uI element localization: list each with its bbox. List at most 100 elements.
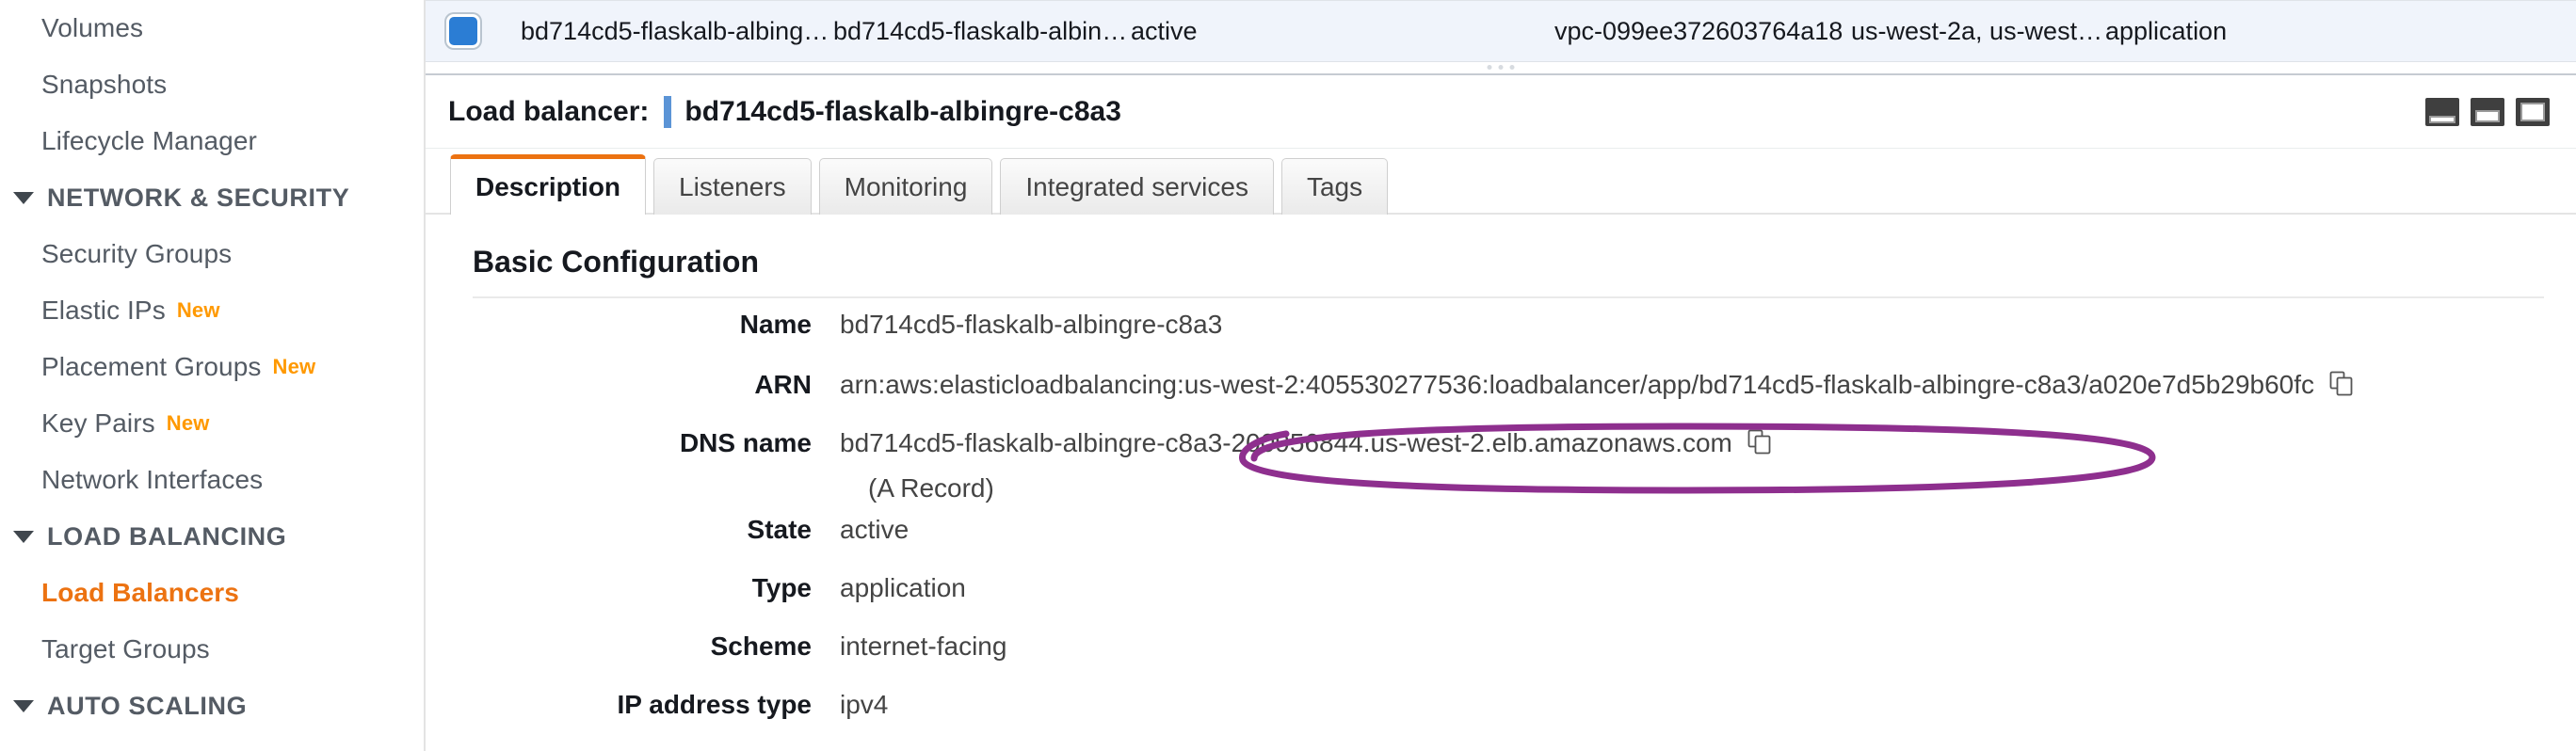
caret-down-icon: [13, 191, 34, 204]
tab-description[interactable]: Description: [450, 154, 647, 216]
sidebar-item-new-badge: New: [166, 411, 210, 435]
sidebar-section-label: NETWORK & SECURITY: [47, 183, 350, 212]
field-group: Scheme internet-facing: [426, 620, 2576, 679]
sidebar-item-lifecycle-manager[interactable]: Lifecycle Manager: [0, 113, 424, 169]
tab-tags[interactable]: Tags: [1280, 158, 1389, 215]
tab-label: Listeners: [679, 171, 786, 201]
panel-title-value: bd714cd5-flaskalb-albingre-c8a3: [684, 95, 1121, 127]
field-value: bd714cd5-flaskalb-albingre-c8a3: [840, 310, 1222, 340]
tab-listeners[interactable]: Listeners: [653, 158, 812, 215]
sidebar-section-label: AUTO SCALING: [47, 691, 248, 720]
field-value-text: application: [840, 573, 966, 602]
layout-bottom-small-icon[interactable]: [2425, 97, 2459, 126]
left-navigation-sidebar: Volumes Snapshots Lifecycle Manager NETWORK…: [0, 0, 426, 751]
field-row-state: State active: [426, 503, 2576, 562]
load-balancer-table-row[interactable]: bd714cd5-flaskalb-albingre-c... bd714cd5…: [426, 0, 2576, 62]
main-content-area: bd714cd5-flaskalb-albingre-c... bd714cd5…: [426, 0, 2576, 751]
caret-down-icon: [13, 699, 34, 712]
cell-name[interactable]: bd714cd5-flaskalb-albingre-c...: [521, 17, 831, 46]
sidebar-item-label: Load Balancers: [41, 578, 239, 607]
field-label: Scheme: [710, 631, 812, 661]
sidebar-item-label: Network Interfaces: [41, 465, 264, 494]
basic-configuration-field-list: Name bd714cd5-flaskalb-albingre-c8a3 ARN ar…: [426, 298, 2576, 737]
field-label: Type: [751, 573, 812, 602]
cell-vpc-id: vpc-099ee372603764a18: [1554, 16, 1843, 45]
copy-icon[interactable]: [1747, 429, 1772, 462]
checkbox-checked-icon[interactable]: [446, 14, 480, 48]
panel-layout-button-group: [2425, 97, 2550, 126]
sidebar-item-label: Target Groups: [41, 634, 210, 663]
tab-label: Monitoring: [844, 171, 968, 201]
field-row-name: Name bd714cd5-flaskalb-albingre-c8a3: [426, 298, 2576, 357]
sidebar-item-elastic-ips[interactable]: Elastic IPs New: [0, 282, 424, 339]
sidebar-item-security-groups[interactable]: Security Groups: [0, 226, 424, 282]
field-value: bd714cd5-flaskalb-albingre-c8a3-20095684…: [840, 426, 1772, 459]
sidebar-item-label: Lifecycle Manager: [41, 126, 257, 155]
sidebar-item-label: Elastic IPs: [41, 296, 166, 325]
field-group: ARN arn:aws:elasticloadbalancing:us-west-…: [426, 357, 2576, 415]
field-value: internet-facing: [840, 631, 1006, 662]
sidebar-section-network-security[interactable]: NETWORK & SECURITY: [0, 169, 424, 226]
field-group: State active: [426, 503, 2576, 562]
field-value: ipv4: [840, 690, 888, 720]
field-label: DNS name: [679, 427, 812, 457]
cell-dns-name: bd714cd5-flaskalb-albingre-c...: [833, 16, 1131, 45]
field-label: Name: [739, 310, 812, 339]
sidebar-item-placement-groups[interactable]: Placement Groups New: [0, 339, 424, 395]
field-row-scheme: Scheme internet-facing: [426, 620, 2576, 679]
details-tab-bar: Description Listeners Monitoring Integrated…: [426, 149, 2576, 216]
field-group: Type application: [426, 562, 2576, 620]
field-row-ip-address-type: IP address type ipv4: [426, 679, 2576, 737]
sidebar-item-network-interfaces[interactable]: Network Interfaces: [0, 452, 424, 508]
field-value-text: bd714cd5-flaskalb-albingre-c8a3: [840, 310, 1223, 339]
field-label: ARN: [754, 369, 812, 399]
field-label: IP address type: [617, 690, 812, 719]
cell-state: active: [1131, 16, 1198, 45]
field-group: DNS name bd714cd5-flaskalb-albingre-c8a3-…: [426, 415, 2576, 503]
cell-type: application: [2105, 16, 2228, 45]
cell-availability-zones: us-west-2a, us-west-2b...: [1851, 16, 2105, 45]
tab-monitoring[interactable]: Monitoring: [818, 158, 993, 215]
field-value-text: arn:aws:elasticloadbalancing:us-west-2:4…: [840, 369, 2315, 399]
copy-icon[interactable]: [2329, 371, 2354, 404]
sidebar-item-label: Volumes: [41, 13, 144, 42]
ec2-console-screen: Volumes Snapshots Lifecycle Manager NETWORK…: [0, 0, 2576, 751]
field-value-text: active: [840, 515, 910, 544]
caret-down-icon: [13, 530, 34, 543]
sidebar-item-label: Key Pairs: [41, 408, 155, 438]
field-value-text: internet-facing: [840, 631, 1007, 661]
field-row-dns-name: DNS name bd714cd5-flaskalb-albingre-c8a3-…: [426, 415, 2576, 473]
sidebar-section-label: LOAD BALANCING: [47, 521, 287, 551]
sidebar-item-new-badge: New: [176, 298, 220, 322]
sidebar-section-load-balancing[interactable]: LOAD BALANCING: [0, 508, 424, 565]
details-panel-header: Load balancer: bd714cd5-flaskalb-albingr…: [426, 75, 2576, 149]
sidebar-item-label: Security Groups: [41, 239, 233, 268]
field-row-arn: ARN arn:aws:elasticloadbalancing:us-west-…: [426, 357, 2576, 415]
sidebar-item-label: Snapshots: [41, 70, 168, 99]
panel-title-label: Load balancer:: [448, 95, 650, 127]
layout-bottom-medium-icon[interactable]: [2471, 97, 2504, 126]
field-value: arn:aws:elasticloadbalancing:us-west-2:4…: [840, 368, 2354, 401]
field-subvalue: (A Record): [868, 473, 994, 503]
layout-full-icon[interactable]: [2516, 97, 2550, 126]
tab-integrated-services[interactable]: Integrated services: [1000, 158, 1274, 215]
tab-label: Description: [475, 171, 621, 201]
sidebar-item-target-groups[interactable]: Target Groups: [0, 621, 424, 678]
field-row-type: Type application: [426, 562, 2576, 620]
title-separator-bar: [664, 95, 672, 128]
field-group: IP address type ipv4: [426, 679, 2576, 737]
field-value-text: ipv4: [840, 690, 889, 719]
field-value: active: [840, 515, 909, 545]
sidebar-item-label: Placement Groups: [41, 352, 262, 381]
sidebar-section-auto-scaling[interactable]: AUTO SCALING: [0, 678, 424, 734]
splitter-grip-dots-icon[interactable]: [1487, 65, 1515, 70]
sidebar-item-volumes[interactable]: Volumes: [0, 0, 424, 56]
sidebar-item-snapshots[interactable]: Snapshots: [0, 56, 424, 113]
tab-label: Integrated services: [1025, 171, 1248, 201]
field-group: Name bd714cd5-flaskalb-albingre-c8a3: [426, 298, 2576, 357]
field-value: application: [840, 573, 966, 603]
sidebar-item-new-badge: New: [272, 355, 316, 378]
sidebar-item-key-pairs[interactable]: Key Pairs New: [0, 395, 424, 452]
sidebar-item-load-balancers[interactable]: Load Balancers: [0, 565, 424, 621]
panel-splitter-handle[interactable]: [426, 62, 2576, 75]
